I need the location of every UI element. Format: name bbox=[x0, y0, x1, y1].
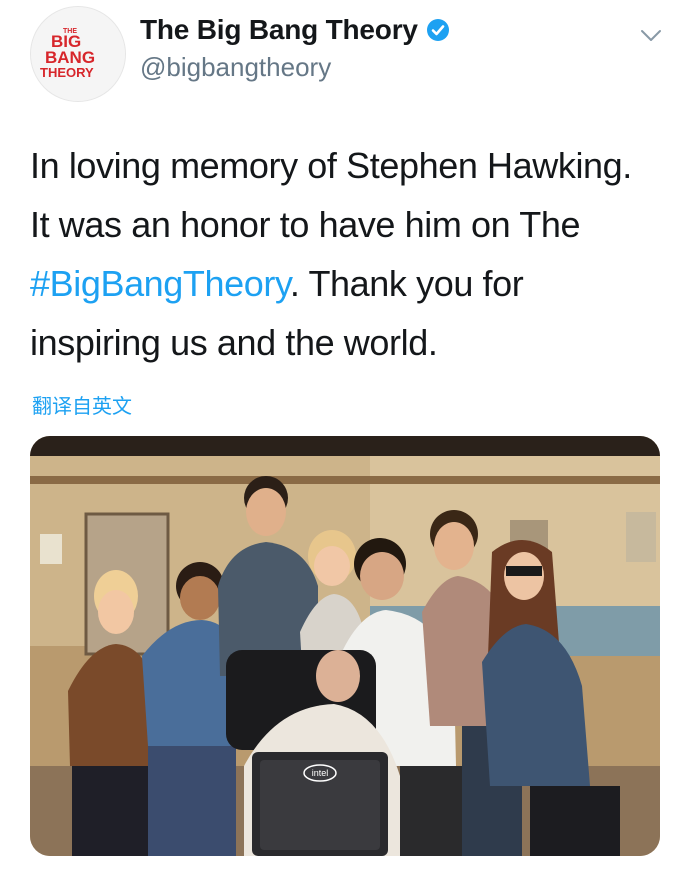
tweet-text-fragment: . Thank you for bbox=[289, 263, 524, 304]
tweet-photo[interactable]: intel bbox=[30, 436, 660, 856]
cast-group-photo: intel bbox=[30, 436, 660, 856]
profile-avatar[interactable]: THE BIG BANG THEORY bbox=[30, 6, 126, 102]
intel-logo: intel bbox=[312, 768, 329, 778]
tweet-text: In loving memory of Stephen Hawking. It … bbox=[30, 136, 675, 372]
tweet-text-line: inspiring us and the world. bbox=[30, 322, 438, 363]
name-row: The Big Bang Theory bbox=[140, 14, 450, 46]
verified-badge-icon bbox=[426, 19, 449, 41]
translate-link[interactable]: 翻译自英文 bbox=[32, 390, 132, 419]
tweet-text-line: It was an honor to have him on The bbox=[30, 204, 581, 245]
tweet-card: THE BIG BANG THEORY The Big Bang Theory … bbox=[0, 0, 690, 878]
user-handle[interactable]: @bigbangtheory bbox=[140, 52, 331, 83]
tweet-text-line: In loving memory of Stephen Hawking. bbox=[30, 145, 632, 186]
hashtag-link[interactable]: #BigBangTheory bbox=[30, 263, 290, 304]
tweet-text-line: #BigBangTheory. Thank you for bbox=[30, 254, 675, 313]
chevron-down-icon[interactable] bbox=[634, 18, 668, 52]
logo-text-theory: THEORY bbox=[40, 65, 94, 80]
big-bang-theory-logo: THE BIG BANG THEORY bbox=[31, 7, 125, 101]
display-name[interactable]: The Big Bang Theory bbox=[140, 14, 418, 46]
